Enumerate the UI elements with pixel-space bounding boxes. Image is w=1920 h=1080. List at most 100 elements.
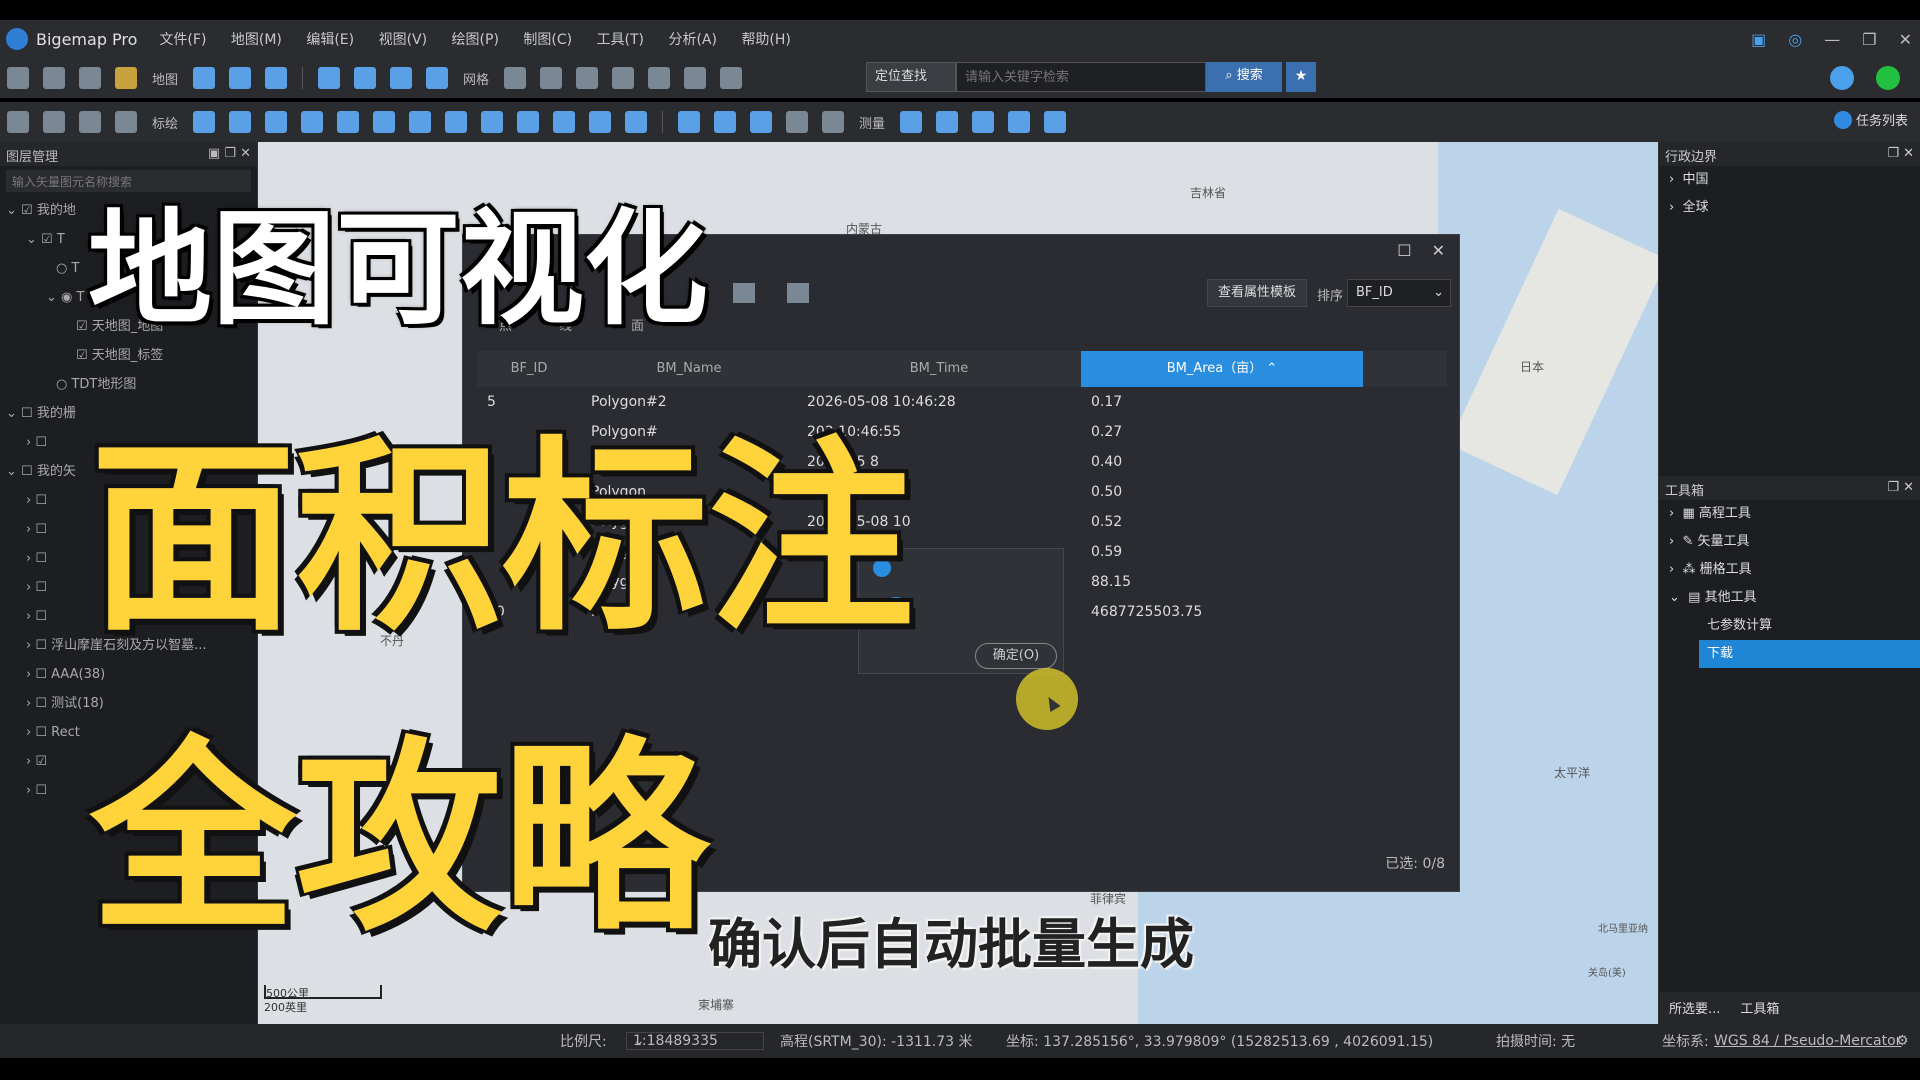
ruler-icon[interactable] [517, 111, 540, 133]
zoom-in-icon[interactable] [318, 67, 341, 89]
square-icon[interactable] [373, 111, 396, 133]
crs-link[interactable]: WGS 84 / Pseudo-Mercator [1714, 1033, 1901, 1049]
cut-icon[interactable] [750, 111, 773, 133]
measure-person-icon[interactable] [900, 111, 923, 133]
search-input[interactable] [956, 62, 1206, 92]
select-shape-icon[interactable] [115, 111, 137, 133]
toolbox-item-elevation[interactable]: › ▦ 高程工具 [1659, 500, 1920, 528]
col-bm-area[interactable]: BM_Area（亩） ⌃ [1081, 351, 1363, 387]
maximize-icon[interactable]: ☐ [1397, 241, 1411, 260]
selected-count: 已选: 0/8 [1385, 856, 1445, 872]
zoom-out-icon[interactable] [354, 67, 377, 89]
menu-tools[interactable]: 工具(T) [597, 32, 644, 48]
help-icon[interactable] [1830, 66, 1854, 90]
panel-controls[interactable]: ▣ ❐ ✕ [208, 146, 251, 162]
clip-icon[interactable] [553, 111, 576, 133]
gear-icon[interactable]: ⚙ [1896, 1033, 1909, 1049]
overlay-title-line1: 面积标注 [90, 419, 915, 659]
measure-height-icon[interactable] [1008, 111, 1031, 133]
wechat-icon[interactable] [1876, 66, 1900, 90]
copy-icon[interactable] [786, 111, 809, 133]
measure-distance-icon[interactable] [936, 111, 959, 133]
settings-icon[interactable] [79, 67, 101, 89]
menu-analysis[interactable]: 分析(A) [668, 32, 717, 48]
arrow-icon[interactable] [589, 111, 612, 133]
window-controls: ▣ ◎ — ❐ ✕ [1751, 20, 1912, 58]
admin-boundary-header: 行政边界 ❐ ✕ [1659, 142, 1920, 166]
hybrid-icon[interactable] [265, 67, 288, 89]
curve-icon[interactable] [625, 111, 648, 133]
menu-map[interactable]: 地图(M) [231, 32, 282, 48]
save-icon[interactable] [43, 67, 65, 89]
pan-hand-icon[interactable] [7, 111, 29, 133]
menu-cartography[interactable]: 制图(C) [523, 32, 572, 48]
table-view-icon[interactable] [733, 283, 755, 303]
panel-controls[interactable]: ❐ ✕ [1887, 146, 1914, 162]
menu-edit[interactable]: 编辑(E) [306, 32, 354, 48]
search-button[interactable]: ⌕ 搜索 [1206, 62, 1282, 92]
polyline-icon[interactable] [229, 111, 252, 133]
open-folder-icon[interactable] [7, 67, 29, 89]
point-marker-icon[interactable] [193, 111, 216, 133]
utm-grid-icon[interactable] [576, 67, 599, 89]
satellite-icon[interactable] [229, 67, 252, 89]
task-list-button[interactable]: 任务列表 [1833, 110, 1908, 129]
status-bar: 比例尺: 1:18489335 ⌄ 高程(SRTM_30): -1311.73 … [0, 1024, 1920, 1058]
toolbox-item-seven-params[interactable]: 七参数计算 [1659, 612, 1920, 640]
sheet-grid-icon[interactable] [648, 67, 671, 89]
menu-draw[interactable]: 绘图(P) [452, 32, 499, 48]
sort-select[interactable]: BF_ID ⌄ [1347, 279, 1451, 307]
eraser-icon[interactable] [337, 111, 360, 133]
ok-button[interactable]: 确定(O) [975, 643, 1057, 669]
pentagon-icon[interactable] [409, 111, 432, 133]
fit-extent-icon[interactable] [390, 67, 413, 89]
layer-grid-icon[interactable] [684, 67, 707, 89]
redo-icon[interactable] [714, 111, 737, 133]
full-extent-icon[interactable] [426, 67, 449, 89]
menu-view[interactable]: 视图(V) [379, 32, 428, 48]
admin-boundary-title: 行政边界 [1665, 150, 1718, 165]
rectangle-icon[interactable] [301, 111, 324, 133]
favorite-icon[interactable]: ★ [1286, 62, 1316, 92]
admin-item-global[interactable]: › 全球 [1659, 194, 1920, 222]
close-icon[interactable]: ✕ [1899, 30, 1912, 49]
view-attr-template-button[interactable]: 查看属性模板 [1207, 279, 1308, 307]
tile-grid-icon[interactable] [612, 67, 635, 89]
fill-icon[interactable] [481, 111, 504, 133]
locate-dropdown[interactable]: 定位查找 [866, 62, 956, 92]
measure-area-icon[interactable] [972, 111, 995, 133]
brush-icon[interactable] [720, 67, 743, 89]
line-icon[interactable] [265, 111, 288, 133]
select-arrow-icon[interactable] [43, 111, 65, 133]
image-icon[interactable] [115, 67, 137, 89]
chat-icon[interactable]: ▣ [1751, 30, 1766, 49]
headset-icon[interactable]: ◎ [1788, 30, 1802, 49]
globe-grid-icon[interactable] [540, 67, 563, 89]
undo-icon[interactable] [678, 111, 701, 133]
minimize-icon[interactable]: — [1824, 30, 1840, 49]
elevation-readout: 高程(SRTM_30): -1311.73 米 [780, 1034, 973, 1050]
paste-icon[interactable] [822, 111, 845, 133]
scale-label: 比例尺: [560, 1034, 607, 1050]
map-source-icon[interactable] [193, 67, 216, 89]
tab-selected-features[interactable]: 所选要... [1659, 992, 1730, 1024]
toolbox-item-download[interactable]: 下载 [1699, 640, 1920, 668]
measure-angle-icon[interactable] [1044, 111, 1067, 133]
scale-select[interactable]: 1:18489335 ⌄ [626, 1032, 764, 1050]
restore-icon[interactable]: ❐ [1862, 30, 1876, 49]
grid-icon[interactable] [504, 67, 527, 89]
menu-help[interactable]: 帮助(H) [741, 32, 790, 48]
overlay-headline: 地图可视化 [88, 198, 709, 342]
divider [662, 111, 664, 133]
panel-controls[interactable]: ❐ ✕ [1887, 480, 1914, 496]
circle-icon[interactable] [445, 111, 468, 133]
menu-file[interactable]: 文件(F) [159, 32, 206, 48]
select-box-icon[interactable] [79, 111, 101, 133]
dialog-close-icon[interactable]: ✕ [1432, 241, 1445, 260]
admin-item-china[interactable]: › 中国 [1659, 166, 1920, 194]
toolbox-item-other[interactable]: ⌄ ▤ 其他工具 [1659, 584, 1920, 612]
tab-toolbox[interactable]: 工具箱 [1730, 992, 1789, 1024]
layers-icon[interactable] [787, 283, 809, 303]
toolbox-item-raster[interactable]: › ⁂ 栅格工具 [1659, 556, 1920, 584]
toolbox-item-vector[interactable]: › ✎ 矢量工具 [1659, 528, 1920, 556]
